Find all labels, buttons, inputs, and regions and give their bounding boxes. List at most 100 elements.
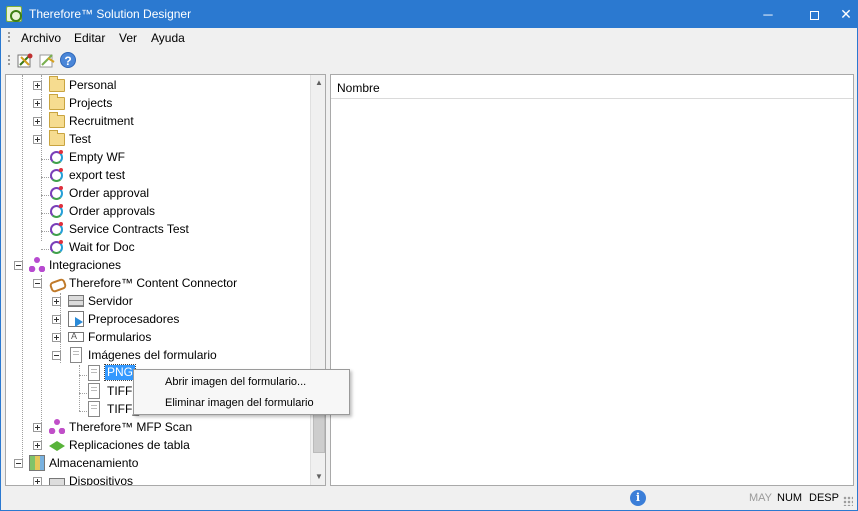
maximize-icon xyxy=(809,11,819,21)
folder-icon xyxy=(49,112,65,128)
collapse-toggle[interactable] xyxy=(52,351,61,360)
tree-node-servidor[interactable]: Servidor xyxy=(6,292,306,310)
tree-node-label: Dispositivos xyxy=(69,474,134,486)
expand-toggle[interactable] xyxy=(33,99,42,108)
scroll-down-icon[interactable]: ▼ xyxy=(311,469,325,485)
minimize-button[interactable]: ─ xyxy=(753,1,783,28)
tree-node-dispositivos[interactable]: Dispositivos xyxy=(6,472,306,486)
content-connector-icon xyxy=(49,275,65,291)
menu-archivo[interactable]: Archivo xyxy=(21,31,61,45)
image-file-icon xyxy=(88,383,100,399)
storage-icon xyxy=(29,455,45,471)
app-window: Therefore™ Solution Designer ─ ✕ Archivo… xyxy=(0,0,858,511)
tree-node-label: Service Contracts Test xyxy=(69,222,189,236)
folder-icon xyxy=(49,94,65,110)
tree-node-projects[interactable]: Projects xyxy=(6,94,306,112)
menu-ayuda[interactable]: Ayuda xyxy=(151,31,185,45)
tree-node-order-approvals[interactable]: Order approvals xyxy=(6,202,306,220)
tree-node-label: Order approvals xyxy=(69,204,156,218)
tree-node-label: Replicaciones de tabla xyxy=(69,438,190,452)
tree-node-label-selected: PNG xyxy=(103,364,137,381)
expand-toggle[interactable] xyxy=(33,117,42,126)
expand-toggle[interactable] xyxy=(52,315,61,324)
expand-toggle[interactable] xyxy=(33,423,42,432)
close-button[interactable]: ✕ xyxy=(831,1,857,28)
collapse-toggle[interactable] xyxy=(14,459,23,468)
status-bar: i MAY NUM DESP xyxy=(1,487,857,510)
collapse-toggle[interactable] xyxy=(14,261,23,270)
expand-toggle[interactable] xyxy=(33,477,42,485)
delete-form-image-menu-item[interactable]: Eliminar imagen del formulario xyxy=(135,393,348,413)
tree-node-test[interactable]: Test xyxy=(6,130,306,148)
tree-node-wait-for-doc[interactable]: Wait for Doc xyxy=(6,238,306,256)
expand-toggle[interactable] xyxy=(52,333,61,342)
solution-tree[interactable]: Personal Projects Recruitment Test Empty… xyxy=(5,74,326,486)
workflow-icon xyxy=(50,222,63,236)
menu-grip[interactable] xyxy=(8,32,11,44)
tree-node-label: TIFF xyxy=(107,384,133,398)
tree-node-label: Order approval xyxy=(69,186,150,200)
column-header-nombre[interactable]: Nombre xyxy=(337,81,380,95)
toolbar: ? xyxy=(1,49,857,73)
tree-node-export-test[interactable]: export test xyxy=(6,166,306,184)
device-icon xyxy=(49,478,65,485)
resize-grip[interactable] xyxy=(843,496,853,506)
workflow-icon xyxy=(50,240,63,254)
expand-toggle[interactable] xyxy=(33,81,42,90)
tree-content: Personal Projects Recruitment Test Empty… xyxy=(6,75,310,485)
tree-node-integraciones[interactable]: Integraciones xyxy=(6,256,306,274)
tree-node-label: Preprocesadores xyxy=(88,312,180,326)
image-file-icon xyxy=(88,365,100,381)
tree-node-preprocesadores[interactable]: Preprocesadores xyxy=(6,310,306,328)
tree-node-almacenamiento[interactable]: Almacenamiento xyxy=(6,454,306,472)
tree-node-label: Wait for Doc xyxy=(69,240,135,254)
tree-node-label: Servidor xyxy=(88,294,133,308)
workflow-icon xyxy=(50,204,63,218)
preprocessor-icon xyxy=(68,311,84,327)
info-icon[interactable]: i xyxy=(630,490,646,506)
tree-node-label: Therefore™ MFP Scan xyxy=(69,420,193,434)
title-bar[interactable]: Therefore™ Solution Designer ─ ✕ xyxy=(1,1,857,28)
help-button[interactable]: ? xyxy=(60,52,77,69)
server-icon xyxy=(68,295,84,307)
tree-node-content-connector[interactable]: Therefore™ Content Connector xyxy=(6,274,306,292)
tree-node-imagenes-formulario[interactable]: Imágenes del formulario xyxy=(6,346,306,364)
caps-lock-indicator: MAY xyxy=(749,492,773,504)
menu-bar: Archivo Editar Ver Ayuda xyxy=(1,28,857,48)
tree-node-label: export test xyxy=(69,168,126,182)
expand-toggle[interactable] xyxy=(33,135,42,144)
open-form-image-menu-item[interactable]: Abrir imagen del formulario... xyxy=(135,372,348,392)
integrations-icon xyxy=(29,257,45,273)
folder-icon xyxy=(49,130,65,146)
tree-node-order-approval[interactable]: Order approval xyxy=(6,184,306,202)
tree-node-label: Personal xyxy=(69,78,117,92)
tree-node-mfp-scan[interactable]: Therefore™ MFP Scan xyxy=(6,418,306,436)
solution-designer-icon[interactable] xyxy=(17,52,34,69)
tree-node-formularios[interactable]: Formularios xyxy=(6,328,306,346)
context-menu: Abrir imagen del formulario... Eliminar … xyxy=(133,369,350,415)
tree-node-label: Almacenamiento xyxy=(49,456,139,470)
tree-node-label: Recruitment xyxy=(69,114,134,128)
tree-node-label: Integraciones xyxy=(49,258,122,272)
wizard-icon[interactable] xyxy=(39,52,56,69)
toolbar-grip[interactable] xyxy=(8,55,11,67)
tree-node-replicaciones[interactable]: Replicaciones de tabla xyxy=(6,436,306,454)
num-lock-indicator: NUM xyxy=(777,492,803,504)
scroll-up-icon[interactable]: ▲ xyxy=(311,75,325,91)
tree-scrollbar[interactable]: ▲ ▼ xyxy=(310,75,325,485)
tree-node-empty-wf[interactable]: Empty WF xyxy=(6,148,306,166)
form-icon xyxy=(68,331,84,342)
tree-node-recruitment[interactable]: Recruitment xyxy=(6,112,306,130)
expand-toggle[interactable] xyxy=(52,297,61,306)
tree-node-personal[interactable]: Personal xyxy=(6,76,306,94)
menu-ver[interactable]: Ver xyxy=(119,31,137,45)
collapse-toggle[interactable] xyxy=(33,279,42,288)
expand-toggle[interactable] xyxy=(33,441,42,450)
mfp-scan-icon xyxy=(49,419,65,435)
details-list[interactable]: Nombre xyxy=(330,74,854,486)
maximize-button[interactable] xyxy=(799,1,829,28)
menu-editar[interactable]: Editar xyxy=(74,31,105,45)
tree-node-label: Test xyxy=(69,132,92,146)
tree-node-service-contracts-test[interactable]: Service Contracts Test xyxy=(6,220,306,238)
workflow-icon xyxy=(50,168,63,182)
